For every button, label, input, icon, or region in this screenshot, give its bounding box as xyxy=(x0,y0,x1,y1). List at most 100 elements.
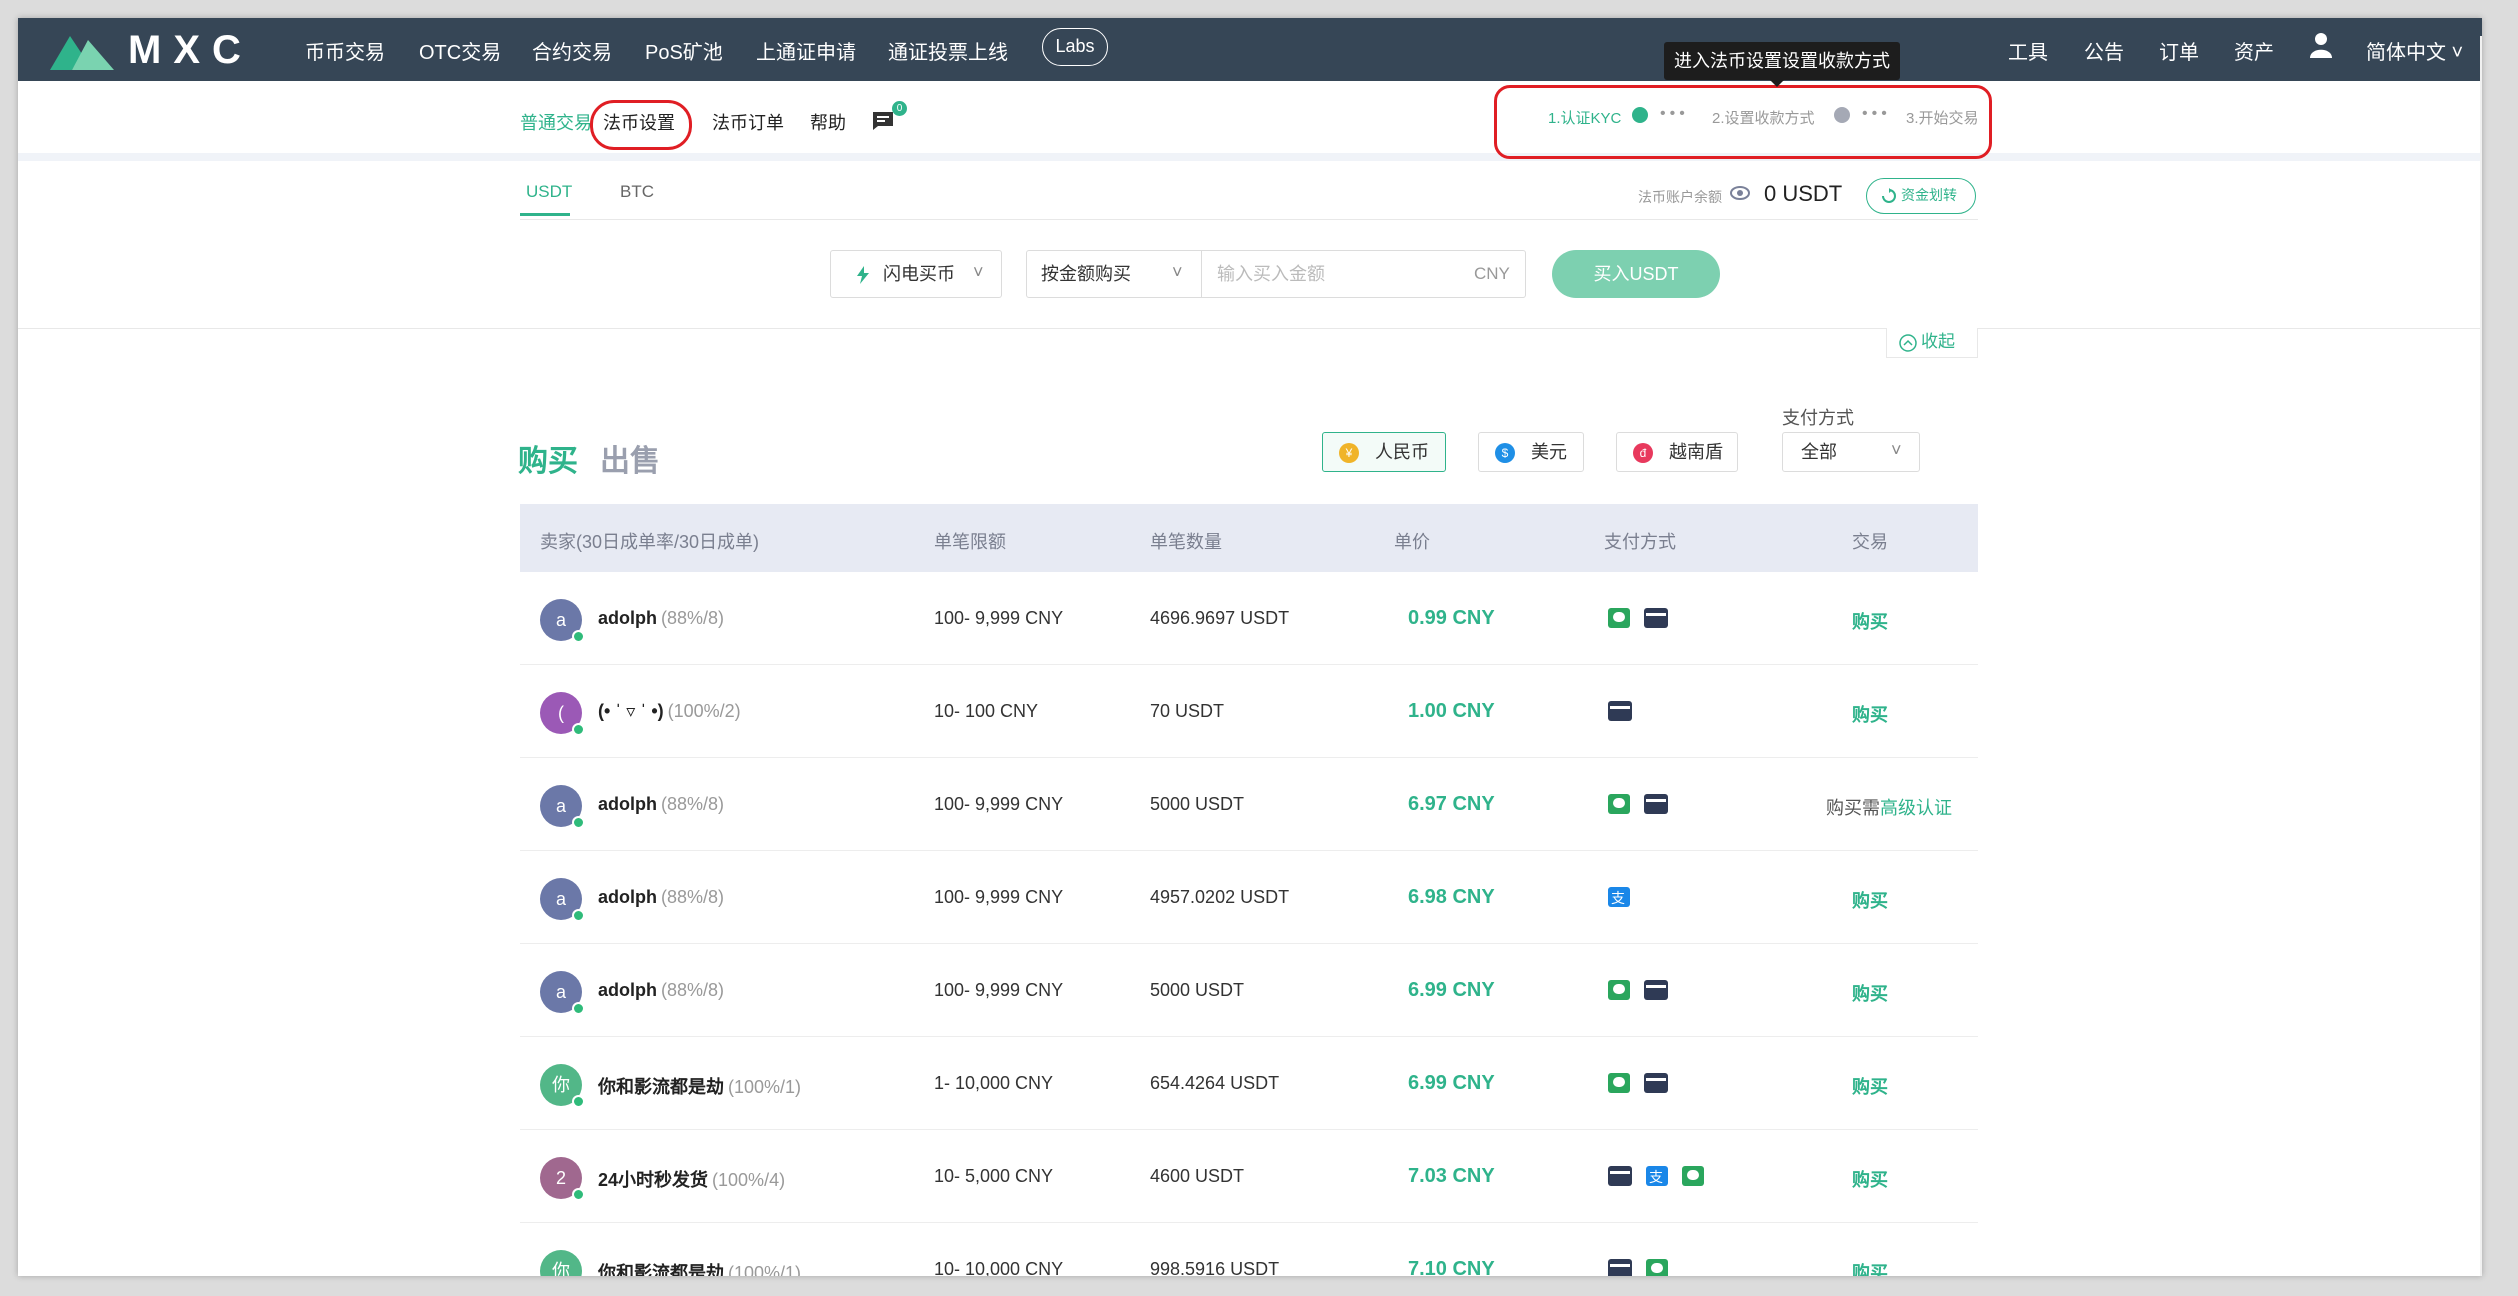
tab-usdt[interactable]: USDT xyxy=(526,182,572,202)
online-indicator xyxy=(572,1002,585,1015)
message-icon[interactable] xyxy=(872,111,894,136)
buy-button[interactable]: 购买 xyxy=(1820,980,1920,1006)
buy-button[interactable]: 购买 xyxy=(1820,1259,1920,1276)
limit-value: 10- 5,000 CNY xyxy=(934,1166,1054,1186)
tab-btc[interactable]: BTC xyxy=(620,182,654,202)
wechat-icon xyxy=(1608,794,1630,814)
dollar-icon: $ xyxy=(1495,443,1515,463)
nav-assets[interactable]: 资产 xyxy=(2234,36,2274,65)
action-note-text: 购买需 xyxy=(1826,798,1880,818)
seller-nick: adolph xyxy=(598,794,657,814)
nav-token-apply[interactable]: 上通证申请 xyxy=(756,36,856,65)
nav-orders[interactable]: 订单 xyxy=(2159,36,2199,65)
seller-name[interactable]: 你和影流都是劫 (100%/1) xyxy=(598,1259,801,1276)
payment-icons xyxy=(1608,701,1632,721)
divider xyxy=(520,219,1978,220)
limit-value: 100- 9,999 CNY xyxy=(934,608,1064,628)
seller-nick: adolph xyxy=(598,608,657,628)
active-tab-underline xyxy=(520,213,570,216)
eye-icon[interactable] xyxy=(1730,186,1750,205)
quantity-value: 998.5916 USDT xyxy=(1150,1259,1280,1276)
language-select[interactable]: 简体中文 ˅ xyxy=(2366,36,2463,65)
collapse-button[interactable]: 收起 xyxy=(1886,328,1978,358)
seller-name[interactable]: adolph (88%/8) xyxy=(598,794,724,815)
balance-value: 0 USDT xyxy=(1764,181,1843,206)
seller-name[interactable]: adolph (88%/8) xyxy=(598,608,724,629)
tab-help[interactable]: 帮助 xyxy=(810,109,846,135)
mxc-logo[interactable]: MXC xyxy=(50,26,253,74)
seller-name[interactable]: adolph (88%/8) xyxy=(598,887,724,908)
nav-otc-trading[interactable]: OTC交易 xyxy=(419,36,501,65)
advanced-verify-link[interactable]: 高级认证 xyxy=(1880,798,1952,818)
seller-name[interactable]: adolph (88%/8) xyxy=(598,980,724,1001)
bank-icon xyxy=(1644,1073,1668,1093)
nav-token-vote[interactable]: 通证投票上线 xyxy=(888,36,1008,65)
user-icon[interactable] xyxy=(2310,32,2332,64)
limit-value: 100- 9,999 CNY xyxy=(934,794,1064,814)
tab-buy[interactable]: 购买 xyxy=(518,436,578,480)
tab-sell[interactable]: 出售 xyxy=(600,436,660,480)
seller-stats: (88%/8) xyxy=(661,794,725,814)
seller-stats: (88%/8) xyxy=(661,980,725,1000)
action-note: 购买需高级认证 xyxy=(1826,794,1952,820)
nav-spot-trading[interactable]: 币币交易 xyxy=(305,36,385,65)
chevron-down-icon: ˅ xyxy=(1891,440,1902,460)
payment-icons xyxy=(1608,1073,1668,1093)
buy-by-select[interactable]: 按金额购买 ˅ xyxy=(1027,251,1202,297)
table-row: a adolph (88%/8) 100- 9,999 CNY 4696.9697 US… xyxy=(520,572,1978,665)
online-indicator xyxy=(572,816,585,829)
online-indicator xyxy=(572,1188,585,1201)
transfer-label: 资金划转 xyxy=(1901,187,1957,203)
quantity-value: 5000 USDT xyxy=(1150,980,1245,1000)
payment-icons xyxy=(1608,794,1668,814)
limit-value: 10- 100 CNY xyxy=(934,701,1039,721)
buy-button[interactable]: 购买 xyxy=(1820,1073,1920,1099)
nav-contract-trading[interactable]: 合约交易 xyxy=(532,36,612,65)
price-value: 7.03 CNY xyxy=(1408,1165,1495,1187)
filter-cny[interactable]: ¥ 人民币 xyxy=(1322,432,1446,472)
seller-name[interactable]: 24小时秒发货 (100%/4) xyxy=(598,1166,785,1192)
quantity-value: 4696.9697 USDT xyxy=(1150,608,1290,628)
seller-nick: 你和影流都是劫 xyxy=(598,1077,724,1097)
nav-pos-pool[interactable]: PoS矿池 xyxy=(645,36,723,65)
scrollbar[interactable] xyxy=(2480,36,2482,1276)
seller-name[interactable]: (• ˈ ▿ ˈ •) (100%/2) xyxy=(598,701,741,722)
nav-labs[interactable]: Labs xyxy=(1042,28,1108,66)
balance-label: 法币账户余额 xyxy=(1638,189,1722,205)
collapse-label: 收起 xyxy=(1921,332,1955,351)
buy-button[interactable]: 购买 xyxy=(1820,887,1920,913)
payment-method-select[interactable]: 全部 ˅ xyxy=(1782,432,1920,472)
amount-input[interactable] xyxy=(1217,259,1437,289)
dong-icon: đ xyxy=(1633,443,1653,463)
tooltip: 进入法币设置设置收款方式 xyxy=(1664,42,1900,80)
price-value: 6.97 CNY xyxy=(1408,793,1495,815)
buy-usdt-button[interactable]: 买入USDT xyxy=(1552,250,1720,298)
avatar[interactable]: 你 xyxy=(540,1250,582,1276)
col-quantity: 单笔数量 xyxy=(1150,532,1222,552)
col-payment: 支付方式 xyxy=(1604,532,1676,552)
table-row: 2 24小时秒发货 (100%/4) 10- 5,000 CNY 4600 USDT 7.… xyxy=(520,1130,1978,1223)
seller-stats: (100%/1) xyxy=(728,1263,802,1276)
online-indicator xyxy=(572,723,585,736)
buy-button[interactable]: 购买 xyxy=(1820,608,1920,634)
tab-normal-trading[interactable]: 普通交易 xyxy=(520,109,592,135)
flash-buy-select[interactable]: 闪电买币 ˅ xyxy=(830,250,1002,298)
nav-tools[interactable]: 工具 xyxy=(2008,36,2048,65)
table-row: a adolph (88%/8) 100- 9,999 CNY 5000 USDT 6.9… xyxy=(520,758,1978,851)
seller-nick: adolph xyxy=(598,980,657,1000)
tab-fiat-orders[interactable]: 法币订单 xyxy=(712,109,784,135)
online-indicator xyxy=(572,630,585,643)
seller-name[interactable]: 你和影流都是劫 (100%/1) xyxy=(598,1073,801,1099)
buy-button[interactable]: 购买 xyxy=(1820,701,1920,727)
nav-notice[interactable]: 公告 xyxy=(2084,36,2124,65)
payment-icons xyxy=(1608,980,1668,1000)
buy-button[interactable]: 购买 xyxy=(1820,1166,1920,1192)
online-indicator xyxy=(572,909,585,922)
filter-usd[interactable]: $ 美元 xyxy=(1478,432,1584,472)
transfer-button[interactable]: 资金划转 xyxy=(1866,178,1976,214)
filter-usd-label: 美元 xyxy=(1531,442,1567,462)
limit-value: 100- 9,999 CNY xyxy=(934,887,1064,907)
filter-vnd[interactable]: đ 越南盾 xyxy=(1616,432,1738,472)
chevron-up-circle-icon xyxy=(1899,334,1917,352)
price-value: 6.98 CNY xyxy=(1408,886,1495,908)
